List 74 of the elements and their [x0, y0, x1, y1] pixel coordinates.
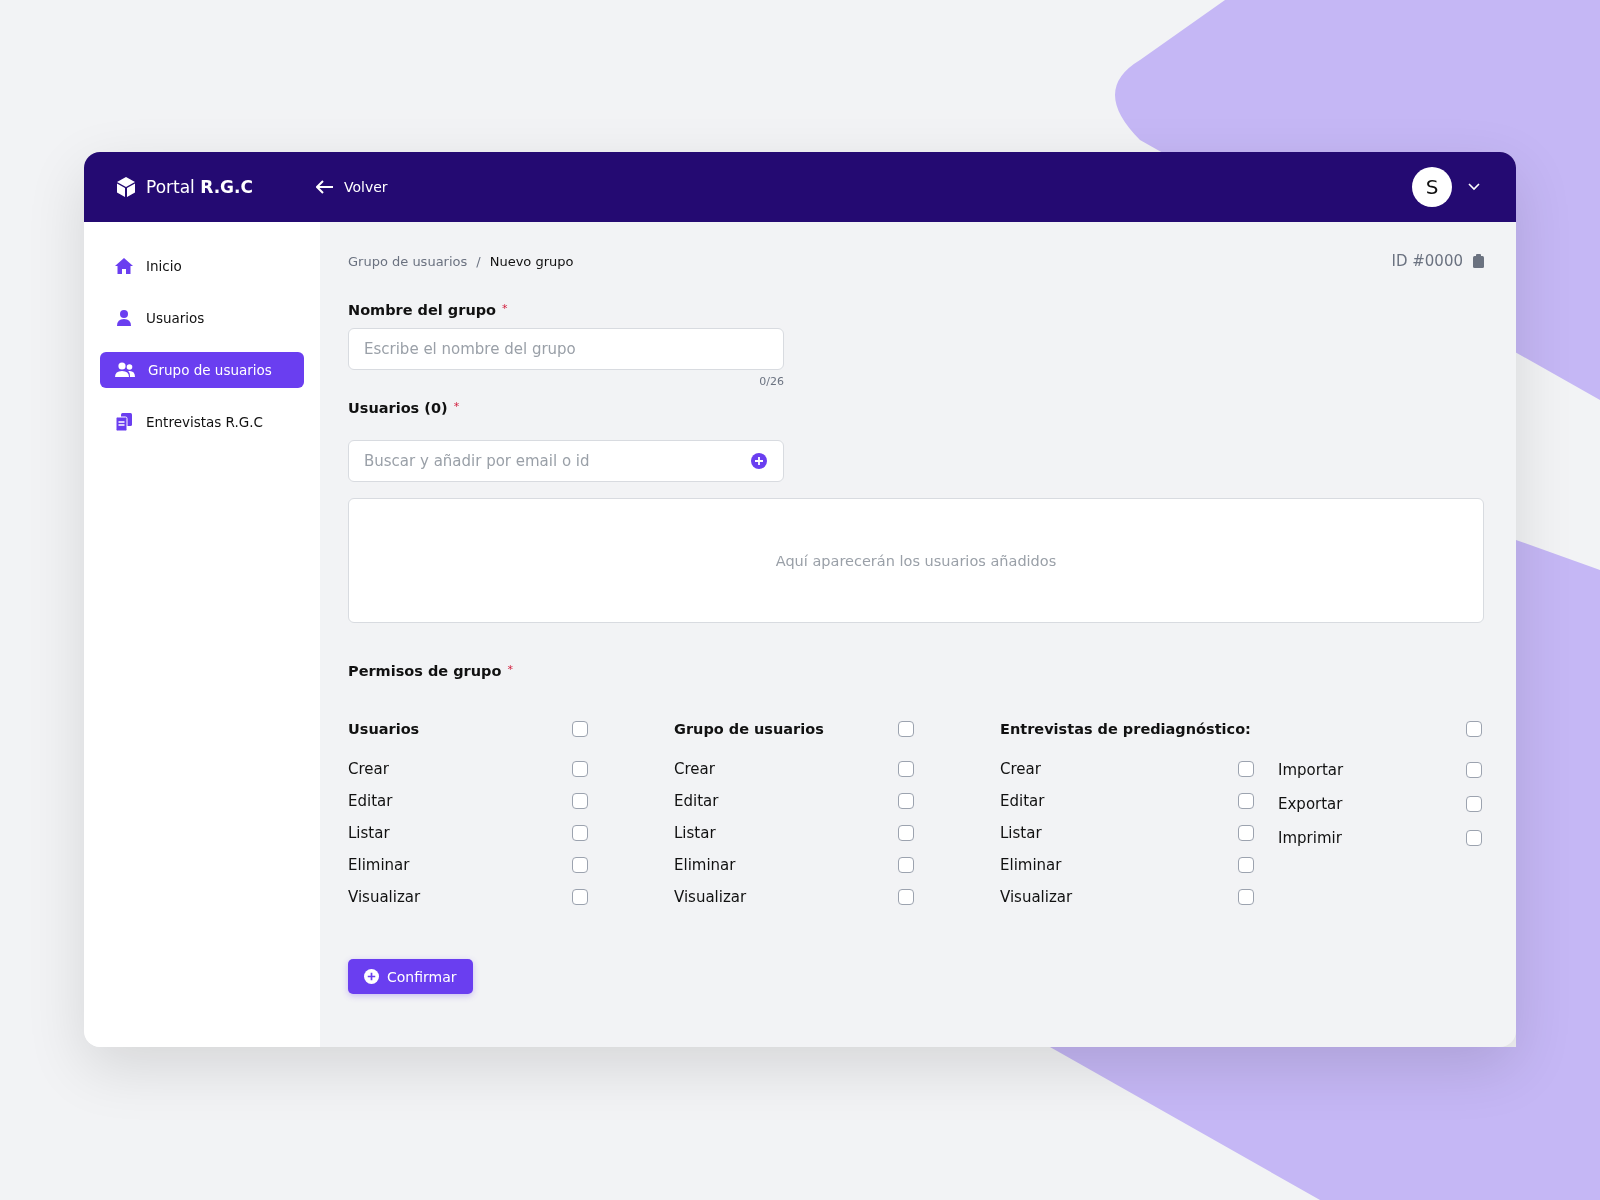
- permission-label: Eliminar: [348, 856, 410, 874]
- checkbox[interactable]: [1238, 825, 1254, 841]
- permission-label: Exportar: [1278, 795, 1343, 813]
- group-name-field[interactable]: Escribe el nombre del grupo: [348, 328, 784, 370]
- back-arrow-icon: [316, 180, 334, 194]
- checkbox[interactable]: [572, 721, 588, 737]
- clipboard-icon[interactable]: [1473, 254, 1484, 268]
- required-mark: *: [507, 663, 513, 678]
- checkbox[interactable]: [572, 793, 588, 809]
- required-mark: *: [453, 400, 460, 415]
- character-counter: 0/26: [759, 375, 784, 388]
- checkbox[interactable]: [1466, 796, 1482, 812]
- users-icon: [114, 361, 136, 379]
- field-label: Nombre del grupo: [348, 302, 497, 318]
- permission-label: Visualizar: [348, 888, 421, 906]
- checkbox[interactable]: [1466, 721, 1482, 737]
- user-search-field[interactable]: Buscar y añadir por email o id: [348, 440, 784, 482]
- permission-label: Listar: [674, 824, 716, 842]
- checkbox[interactable]: [572, 761, 588, 777]
- permission-label: Eliminar: [1000, 856, 1062, 874]
- sidebar-item[interactable]: Grupo de usuarios: [100, 352, 304, 388]
- permission-label: Eliminar: [674, 856, 736, 874]
- permission-label: Crear: [348, 760, 389, 778]
- permission-group-title: Usuarios: [348, 721, 420, 737]
- breadcrumb-link[interactable]: Grupo de usuarios: [348, 253, 468, 269]
- checkbox[interactable]: [1238, 857, 1254, 873]
- user-avatar[interactable]: S: [1412, 167, 1452, 207]
- permission-label: Editar: [348, 792, 393, 810]
- permission-label: Visualizar: [1000, 888, 1073, 906]
- permission-label: Listar: [1000, 824, 1042, 842]
- breadcrumb-separator: /: [476, 253, 481, 269]
- checkbox[interactable]: [898, 825, 914, 841]
- permission-label: Editar: [674, 792, 719, 810]
- confirm-button[interactable]: Confirmar: [348, 959, 473, 994]
- breadcrumb-current: Nuevo grupo: [489, 253, 574, 269]
- back-link[interactable]: Volver: [316, 179, 388, 195]
- permission-label: Imprimir: [1278, 829, 1342, 847]
- permission-label: Importar: [1278, 761, 1344, 779]
- checkbox[interactable]: [898, 889, 914, 905]
- permission-label: Crear: [1000, 760, 1041, 778]
- required-mark: *: [502, 302, 508, 317]
- record-id: ID #0000: [1391, 252, 1463, 270]
- checkbox[interactable]: [572, 825, 588, 841]
- permission-group-title: Grupo de usuarios: [674, 721, 824, 737]
- checkbox[interactable]: [898, 857, 914, 873]
- checkbox[interactable]: [898, 761, 914, 777]
- field-label: Usuarios (0): [348, 400, 448, 416]
- brand-name: Portal R.G.C: [146, 177, 253, 197]
- checkbox[interactable]: [1466, 830, 1482, 846]
- add-circle-icon: [364, 969, 379, 984]
- permission-label: Listar: [348, 824, 390, 842]
- checkbox[interactable]: [572, 889, 588, 905]
- checkbox[interactable]: [898, 793, 914, 809]
- sidebar-item[interactable]: Usuarios: [100, 300, 304, 336]
- checkbox[interactable]: [898, 721, 914, 737]
- permission-label: Crear: [674, 760, 715, 778]
- documents-icon: [114, 412, 134, 432]
- permission-label: Visualizar: [674, 888, 747, 906]
- add-circle-icon[interactable]: [751, 453, 767, 469]
- home-icon: [114, 257, 134, 275]
- permission-group-title: Entrevistas de prediagnóstico:: [1000, 721, 1251, 737]
- cube-icon: [116, 176, 136, 198]
- section-title: Permisos de grupo: [348, 663, 502, 679]
- permission-label: Editar: [1000, 792, 1045, 810]
- user-icon: [114, 309, 134, 327]
- checkbox[interactable]: [572, 857, 588, 873]
- checkbox[interactable]: [1238, 761, 1254, 777]
- checkbox[interactable]: [1238, 889, 1254, 905]
- sidebar-item[interactable]: Entrevistas R.G.C: [100, 404, 304, 440]
- checkbox[interactable]: [1238, 793, 1254, 809]
- empty-state-text: Aquí aparecerán los usuarios añadidos: [775, 552, 1057, 569]
- sidebar-item[interactable]: Inicio: [100, 248, 304, 284]
- checkbox[interactable]: [1466, 762, 1482, 778]
- chevron-down-icon[interactable]: [1468, 183, 1480, 191]
